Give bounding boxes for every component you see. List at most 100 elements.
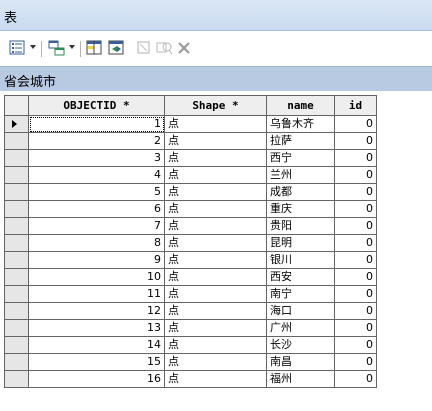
cell-id[interactable]: 0 <box>335 337 377 354</box>
cell-objectid[interactable]: 8 <box>29 235 165 252</box>
cell-shape[interactable]: 点 <box>165 133 267 150</box>
cell-shape[interactable]: 点 <box>165 371 267 388</box>
cell-shape[interactable]: 点 <box>165 337 267 354</box>
cell-name[interactable]: 长沙 <box>267 337 335 354</box>
cell-objectid[interactable]: 2 <box>29 133 165 150</box>
cell-shape[interactable]: 点 <box>165 354 267 371</box>
cell-name[interactable]: 广州 <box>267 320 335 337</box>
row-selector[interactable] <box>5 354 29 371</box>
table-row[interactable]: 11 点南宁 0 <box>5 286 377 303</box>
cell-shape[interactable]: 点 <box>165 201 267 218</box>
cell-shape[interactable]: 点 <box>165 303 267 320</box>
column-header-shape[interactable]: Shape * <box>165 96 267 116</box>
table-row[interactable]: 3 点西宁 0 <box>5 150 377 167</box>
table-row[interactable]: 1 点乌鲁木齐 0 <box>5 116 377 133</box>
table-row[interactable]: 12 点海口 0 <box>5 303 377 320</box>
cell-objectid[interactable]: 15 <box>29 354 165 371</box>
cell-shape[interactable]: 点 <box>165 218 267 235</box>
cell-shape[interactable]: 点 <box>165 252 267 269</box>
cell-id[interactable]: 0 <box>335 235 377 252</box>
row-selector[interactable] <box>5 235 29 252</box>
cell-id[interactable]: 0 <box>335 218 377 235</box>
select-by-attributes-icon[interactable] <box>86 40 104 56</box>
cell-objectid[interactable]: 5 <box>29 184 165 201</box>
cell-id[interactable]: 0 <box>335 184 377 201</box>
row-selector[interactable] <box>5 286 29 303</box>
cell-shape[interactable]: 点 <box>165 116 267 133</box>
cell-shape[interactable]: 点 <box>165 269 267 286</box>
column-header-objectid[interactable]: OBJECTID * <box>29 96 165 116</box>
cell-name[interactable]: 福州 <box>267 371 335 388</box>
related-tables-icon[interactable] <box>48 40 66 56</box>
row-selector[interactable] <box>5 320 29 337</box>
table-row[interactable]: 10 点西安 0 <box>5 269 377 286</box>
table-row[interactable]: 9 点银川 0 <box>5 252 377 269</box>
table-row[interactable]: 8 点昆明 0 <box>5 235 377 252</box>
cell-objectid[interactable]: 4 <box>29 167 165 184</box>
cell-objectid[interactable]: 16 <box>29 371 165 388</box>
table-row[interactable]: 15 点南昌 0 <box>5 354 377 371</box>
cell-id[interactable]: 0 <box>335 269 377 286</box>
row-selector[interactable] <box>5 218 29 235</box>
cell-objectid[interactable]: 13 <box>29 320 165 337</box>
row-selector[interactable] <box>5 252 29 269</box>
cell-name[interactable]: 拉萨 <box>267 133 335 150</box>
related-tables-dropdown-icon[interactable] <box>69 45 75 49</box>
cell-id[interactable]: 0 <box>335 201 377 218</box>
cell-objectid[interactable]: 6 <box>29 201 165 218</box>
cell-shape[interactable]: 点 <box>165 320 267 337</box>
row-selector[interactable] <box>5 133 29 150</box>
cell-name[interactable]: 西宁 <box>267 150 335 167</box>
table-tab-name[interactable]: 省会城市 <box>4 71 56 90</box>
row-selector[interactable] <box>5 150 29 167</box>
row-selector-header[interactable] <box>5 96 29 116</box>
cell-name[interactable]: 南宁 <box>267 286 335 303</box>
table-options-dropdown-icon[interactable] <box>30 45 36 49</box>
cell-objectid[interactable]: 12 <box>29 303 165 320</box>
cell-name[interactable]: 乌鲁木齐 <box>267 116 335 133</box>
cell-id[interactable]: 0 <box>335 167 377 184</box>
row-selector[interactable] <box>5 167 29 184</box>
table-row[interactable]: 13 点广州 0 <box>5 320 377 337</box>
cell-id[interactable]: 0 <box>335 286 377 303</box>
table-row[interactable]: 2 点拉萨 0 <box>5 133 377 150</box>
row-selector[interactable] <box>5 201 29 218</box>
cell-id[interactable]: 0 <box>335 133 377 150</box>
cell-name[interactable]: 海口 <box>267 303 335 320</box>
row-selector[interactable] <box>5 371 29 388</box>
row-selector[interactable] <box>5 303 29 320</box>
table-row[interactable]: 4 点兰州 0 <box>5 167 377 184</box>
cell-name[interactable]: 南昌 <box>267 354 335 371</box>
cell-shape[interactable]: 点 <box>165 235 267 252</box>
table-row[interactable]: 16 点福州 0 <box>5 371 377 388</box>
cell-name[interactable]: 昆明 <box>267 235 335 252</box>
cell-id[interactable]: 0 <box>335 116 377 133</box>
cell-objectid[interactable]: 10 <box>29 269 165 286</box>
cell-objectid[interactable]: 14 <box>29 337 165 354</box>
column-header-id[interactable]: id <box>335 96 377 116</box>
cell-shape[interactable]: 点 <box>165 167 267 184</box>
cell-objectid[interactable]: 1 <box>29 116 165 133</box>
cell-id[interactable]: 0 <box>335 303 377 320</box>
cell-id[interactable]: 0 <box>335 150 377 167</box>
row-selector[interactable] <box>5 116 29 133</box>
table-row[interactable]: 5 点成都 0 <box>5 184 377 201</box>
row-selector[interactable] <box>5 184 29 201</box>
cell-objectid[interactable]: 7 <box>29 218 165 235</box>
table-row[interactable]: 14 点长沙 0 <box>5 337 377 354</box>
cell-name[interactable]: 重庆 <box>267 201 335 218</box>
cell-name[interactable]: 银川 <box>267 252 335 269</box>
column-header-name[interactable]: name <box>267 96 335 116</box>
table-options-icon[interactable] <box>9 40 27 56</box>
cell-name[interactable]: 兰州 <box>267 167 335 184</box>
clear-selection-icon[interactable] <box>136 40 154 56</box>
cell-objectid[interactable]: 11 <box>29 286 165 303</box>
switch-selection-icon[interactable] <box>108 40 126 56</box>
cell-name[interactable]: 西安 <box>267 269 335 286</box>
cell-shape[interactable]: 点 <box>165 286 267 303</box>
cell-shape[interactable]: 点 <box>165 184 267 201</box>
zoom-to-selected-icon[interactable] <box>156 40 174 56</box>
delete-selected-icon[interactable] <box>176 40 194 56</box>
row-selector[interactable] <box>5 337 29 354</box>
cell-objectid[interactable]: 9 <box>29 252 165 269</box>
